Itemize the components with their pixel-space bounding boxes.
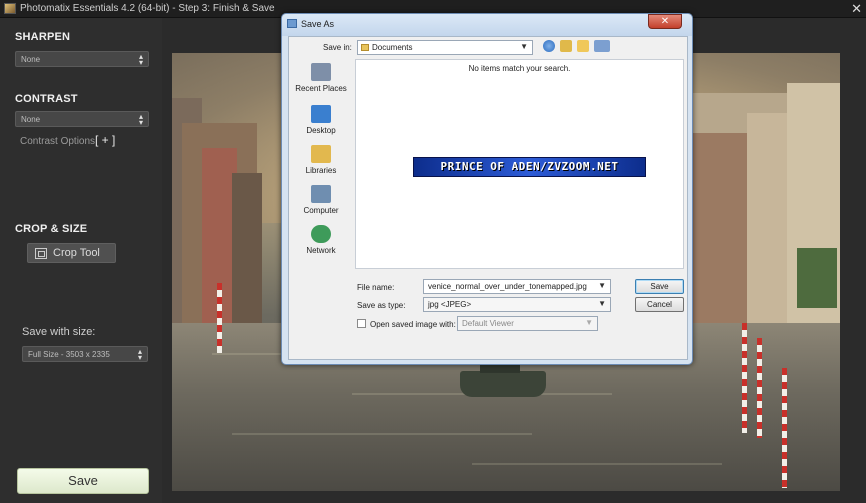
up-folder-icon[interactable] bbox=[560, 40, 572, 52]
place-recent-places[interactable]: Recent Places bbox=[291, 63, 351, 93]
sharpen-select-value: None bbox=[21, 55, 41, 64]
preview-ripple bbox=[232, 433, 532, 435]
sharpen-heading: SHARPEN bbox=[15, 31, 71, 43]
save-in-label: Save in: bbox=[323, 43, 352, 52]
place-label: Libraries bbox=[305, 166, 337, 175]
save-type-value: jpg <JPEG> bbox=[428, 300, 472, 309]
view-menu-icon[interactable] bbox=[594, 40, 610, 52]
preview-building bbox=[747, 113, 787, 353]
file-name-label: File name: bbox=[357, 283, 395, 292]
file-name-input[interactable]: venice_normal_over_under_tonemapped.jpg … bbox=[423, 279, 611, 294]
save-size-label: Save with size: bbox=[22, 326, 96, 338]
dialog-cancel-button[interactable]: Cancel bbox=[635, 297, 684, 312]
dialog-titlebar: Save As ✕ bbox=[282, 14, 692, 36]
place-label: Desktop bbox=[306, 126, 336, 135]
recent-places-icon bbox=[311, 63, 331, 81]
chevron-down-icon: ▼ bbox=[598, 281, 606, 290]
place-network[interactable]: Network bbox=[291, 225, 351, 255]
dialog-save-button[interactable]: Save bbox=[635, 279, 684, 294]
preview-ripple bbox=[472, 463, 722, 465]
place-label: Network bbox=[306, 246, 336, 255]
place-libraries[interactable]: Libraries bbox=[291, 145, 351, 175]
computer-icon bbox=[311, 185, 331, 203]
preview-tree bbox=[797, 248, 837, 308]
viewer-value: Default Viewer bbox=[462, 319, 514, 328]
network-icon bbox=[311, 225, 331, 243]
places-bar: Recent Places Desktop Libraries Computer… bbox=[291, 59, 351, 359]
save-size-select[interactable]: Full Size - 3503 x 2335 ▴ ▾ bbox=[22, 346, 148, 362]
save-in-select[interactable]: Documents ▼ bbox=[357, 40, 533, 55]
chevron-down-icon: ▼ bbox=[585, 318, 593, 327]
open-saved-checkbox[interactable] bbox=[357, 319, 366, 328]
spinner-icon: ▴ ▾ bbox=[137, 347, 142, 362]
new-folder-icon[interactable] bbox=[577, 40, 589, 52]
settings-sidebar: SHARPEN None ▴ ▾ CONTRAST None ▴ ▾ Contras… bbox=[0, 18, 162, 503]
crop-tool-button[interactable]: Crop Tool bbox=[27, 243, 116, 263]
preview-pole bbox=[217, 283, 222, 353]
crop-icon bbox=[35, 247, 47, 259]
app-logo-icon bbox=[4, 3, 16, 14]
contrast-options-toggle[interactable]: [ + ] bbox=[95, 133, 115, 147]
preview-building bbox=[232, 173, 262, 333]
app-title: Photomatix Essentials 4.2 (64-bit) - Ste… bbox=[20, 3, 275, 14]
save-type-select[interactable]: jpg <JPEG> ▼ bbox=[423, 297, 611, 312]
save-type-label: Save as type: bbox=[357, 301, 406, 310]
empty-message: No items match your search. bbox=[468, 64, 571, 73]
save-in-value: Documents bbox=[372, 43, 413, 52]
contrast-heading: CONTRAST bbox=[15, 93, 78, 105]
viewer-select[interactable]: Default Viewer ▼ bbox=[457, 316, 598, 331]
save-size-value: Full Size - 3503 x 2335 bbox=[28, 350, 110, 359]
libraries-icon bbox=[311, 145, 331, 163]
dialog-title: Save As bbox=[301, 19, 335, 29]
place-computer[interactable]: Computer bbox=[291, 185, 351, 215]
preview-pole bbox=[742, 323, 747, 433]
place-label: Recent Places bbox=[295, 84, 347, 93]
contrast-select[interactable]: None ▴ ▾ bbox=[15, 111, 149, 127]
place-label: Computer bbox=[303, 206, 339, 215]
preview-building bbox=[692, 133, 747, 353]
preview-pole bbox=[757, 338, 762, 438]
app-close-icon[interactable]: ✕ bbox=[851, 1, 862, 17]
dialog-body: Save in: Documents ▼ Recent Places Deskt… bbox=[288, 36, 688, 360]
save-as-dialog: Save As ✕ Save in: Documents ▼ Recent Pl… bbox=[281, 13, 693, 365]
sharpen-select[interactable]: None ▴ ▾ bbox=[15, 51, 149, 67]
desktop-icon bbox=[311, 105, 331, 123]
crop-size-heading: CROP & SIZE bbox=[15, 223, 88, 235]
contrast-select-value: None bbox=[21, 115, 41, 124]
file-name-value: venice_normal_over_under_tonemapped.jpg bbox=[428, 282, 587, 291]
dialog-icon bbox=[287, 19, 297, 28]
spinner-icon: ▴ ▾ bbox=[138, 112, 143, 127]
chevron-down-icon: ▼ bbox=[598, 299, 606, 308]
contrast-options-label: Contrast Options bbox=[20, 136, 96, 147]
preview-boat bbox=[460, 361, 546, 397]
place-desktop[interactable]: Desktop bbox=[291, 105, 351, 135]
folder-icon bbox=[361, 44, 369, 51]
dialog-close-button[interactable]: ✕ bbox=[648, 14, 682, 29]
preview-pole bbox=[782, 368, 787, 488]
spinner-icon: ▴ ▾ bbox=[138, 52, 143, 67]
open-saved-label: Open saved image with: bbox=[370, 320, 456, 329]
save-button[interactable]: Save bbox=[17, 468, 149, 494]
back-globe-icon[interactable] bbox=[543, 40, 555, 52]
preview-building bbox=[787, 83, 840, 353]
file-list[interactable]: No items match your search. PRINCE OF AD… bbox=[355, 59, 684, 269]
crop-tool-label: Crop Tool bbox=[53, 247, 100, 259]
dialog-toolbar bbox=[543, 40, 610, 52]
watermark-banner: PRINCE OF ADEN/ZVZOOM.NET bbox=[413, 157, 646, 177]
chevron-down-icon: ▼ bbox=[520, 42, 528, 51]
